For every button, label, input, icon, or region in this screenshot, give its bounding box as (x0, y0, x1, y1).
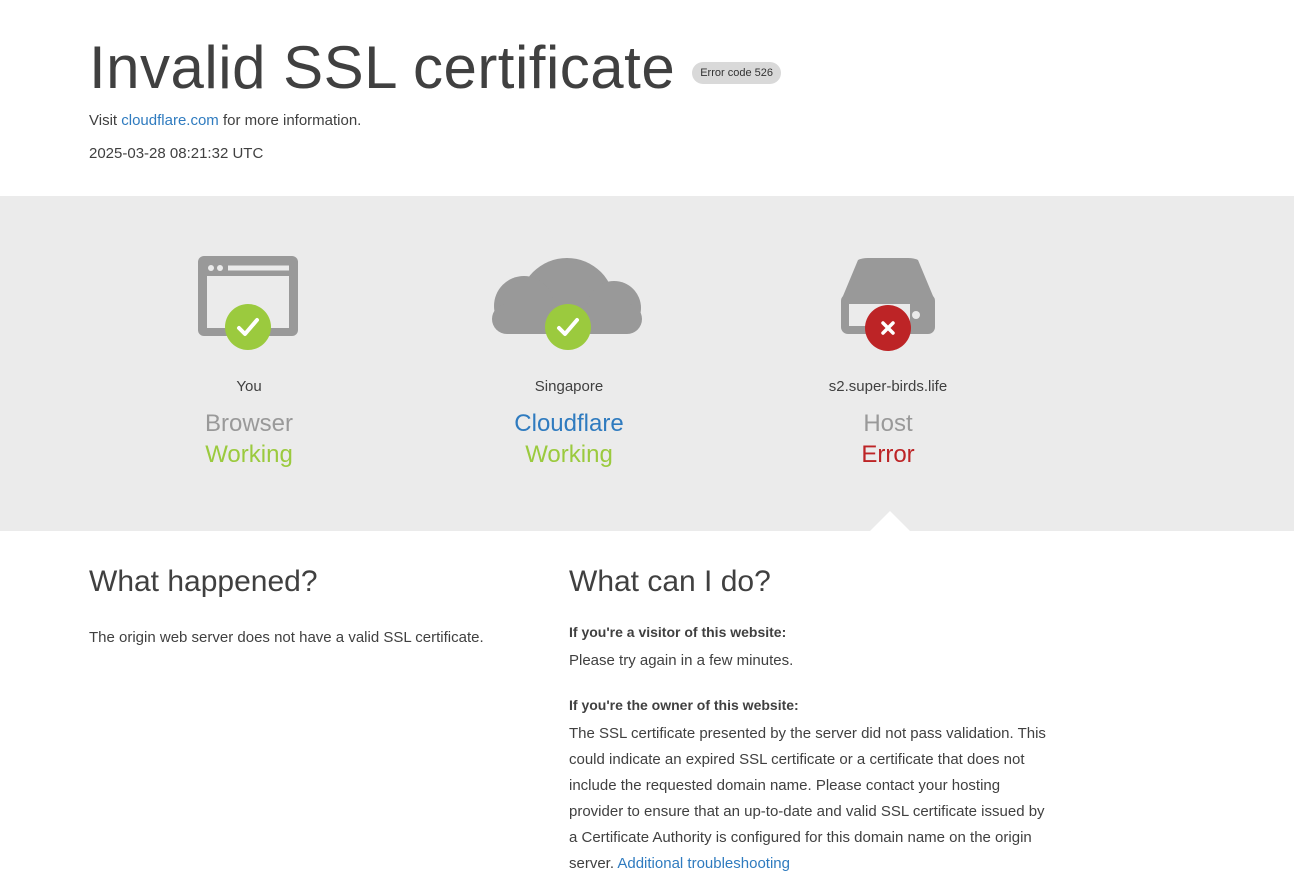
what-can-i-do-section: What can I do? If you're a visitor of th… (569, 565, 1049, 877)
visit-prefix: Visit (89, 112, 118, 129)
status-state: Error (861, 441, 915, 468)
timestamp: 2025-03-28 08:21:32 UTC (89, 145, 264, 162)
owner-text-body: The SSL certificate presented by the ser… (569, 725, 1046, 872)
owner-text: The SSL certificate presented by the ser… (569, 721, 1049, 877)
status-state: Working (525, 441, 613, 468)
visitor-heading: If you're a visitor of this website: (569, 624, 787, 640)
status-band: You Browser Working Singapore Cloudflare… (0, 196, 1294, 531)
owner-heading: If you're the owner of this website: (569, 697, 799, 713)
status-host: s2.super-birds.life Host Error (768, 196, 1008, 468)
cloudflare-link[interactable]: cloudflare.com (121, 112, 219, 129)
check-icon (545, 304, 591, 350)
visit-line: Visit cloudflare.com for more informatio… (89, 112, 361, 129)
host-pointer-notch (870, 511, 910, 531)
page-title: Invalid SSL certificate (89, 34, 676, 101)
status-state: Working (205, 441, 293, 468)
status-location: s2.super-birds.life (828, 378, 948, 395)
page-header: Invalid SSL certificate Error code 526 V… (0, 0, 1294, 196)
x-icon (865, 305, 911, 351)
what-happened-text: The origin web server does not have a va… (89, 629, 484, 646)
what-happened-heading: What happened? (89, 565, 318, 598)
status-role: Host (863, 410, 913, 437)
visit-suffix: for more information. (222, 112, 362, 129)
what-can-i-do-heading: What can I do? (569, 565, 771, 598)
error-code-badge: Error code 526 (692, 62, 781, 84)
check-icon (225, 304, 271, 350)
status-role: Browser (204, 410, 294, 437)
status-cloudflare: Singapore Cloudflare Working (449, 196, 689, 468)
status-location: Singapore (534, 378, 604, 395)
status-location: You (236, 378, 262, 395)
status-browser: You Browser Working (129, 196, 369, 468)
status-role: Cloudflare (514, 410, 624, 437)
what-happened-section: What happened? The origin web server doe… (89, 565, 529, 651)
visitor-text: Please try again in a few minutes. (569, 652, 794, 669)
troubleshooting-link[interactable]: Additional troubleshooting (617, 855, 790, 872)
title-row: Invalid SSL certificate Error code 526 (89, 30, 781, 106)
